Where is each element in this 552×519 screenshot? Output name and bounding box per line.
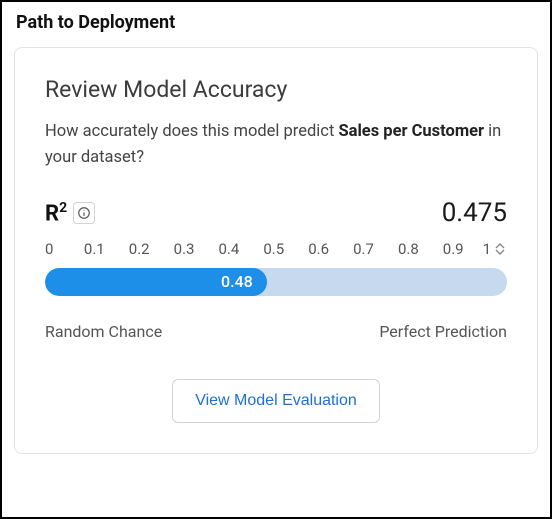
r-squared-sup: 2 bbox=[59, 200, 67, 216]
chevron-down-icon bbox=[495, 249, 505, 255]
card-subtitle: How accurately does this model predict S… bbox=[45, 119, 507, 172]
r-squared-value: 0.475 bbox=[442, 198, 507, 228]
tick-10: 1 bbox=[483, 240, 491, 258]
view-model-evaluation-button[interactable]: View Model Evaluation bbox=[172, 379, 380, 423]
tick-1: 0.1 bbox=[72, 240, 117, 258]
evaluation-row: View Model Evaluation bbox=[45, 379, 507, 423]
tick-7: 0.7 bbox=[341, 240, 386, 258]
r-squared-label: R2 bbox=[45, 200, 67, 226]
accuracy-bar-track: 0.48 bbox=[45, 268, 507, 296]
legend-right: Perfect Prediction bbox=[379, 322, 507, 341]
r-squared-base: R bbox=[45, 201, 59, 226]
axis-stepper[interactable] bbox=[495, 241, 507, 257]
tick-0: 0 bbox=[45, 240, 72, 258]
page-title: Path to Deployment bbox=[16, 12, 538, 33]
tick-9: 0.9 bbox=[431, 240, 476, 258]
axis-ticks: 0 0.1 0.2 0.3 0.4 0.5 0.6 0.7 0.8 0.9 1 bbox=[45, 240, 507, 258]
card-title: Review Model Accuracy bbox=[45, 76, 507, 103]
tick-8: 0.8 bbox=[386, 240, 431, 258]
tick-6: 0.6 bbox=[296, 240, 341, 258]
metric-row: R2 0.475 bbox=[45, 198, 507, 228]
subtitle-target: Sales per Customer bbox=[338, 122, 484, 141]
legend-left: Random Chance bbox=[45, 322, 162, 341]
accuracy-card: Review Model Accuracy How accurately doe… bbox=[14, 47, 538, 454]
metric-label-group: R2 bbox=[45, 200, 95, 226]
accuracy-bar-fill: 0.48 bbox=[45, 268, 267, 296]
tick-5: 0.5 bbox=[251, 240, 296, 258]
accuracy-bar-label: 0.48 bbox=[221, 272, 253, 291]
tick-2: 0.2 bbox=[117, 240, 162, 258]
tick-last-group: 1 bbox=[476, 240, 507, 258]
info-button[interactable] bbox=[73, 202, 95, 224]
tick-3: 0.3 bbox=[162, 240, 207, 258]
tick-4: 0.4 bbox=[206, 240, 251, 258]
axis-legend: Random Chance Perfect Prediction bbox=[45, 322, 507, 341]
subtitle-prefix: How accurately does this model predict bbox=[45, 122, 338, 141]
info-icon bbox=[77, 206, 91, 220]
